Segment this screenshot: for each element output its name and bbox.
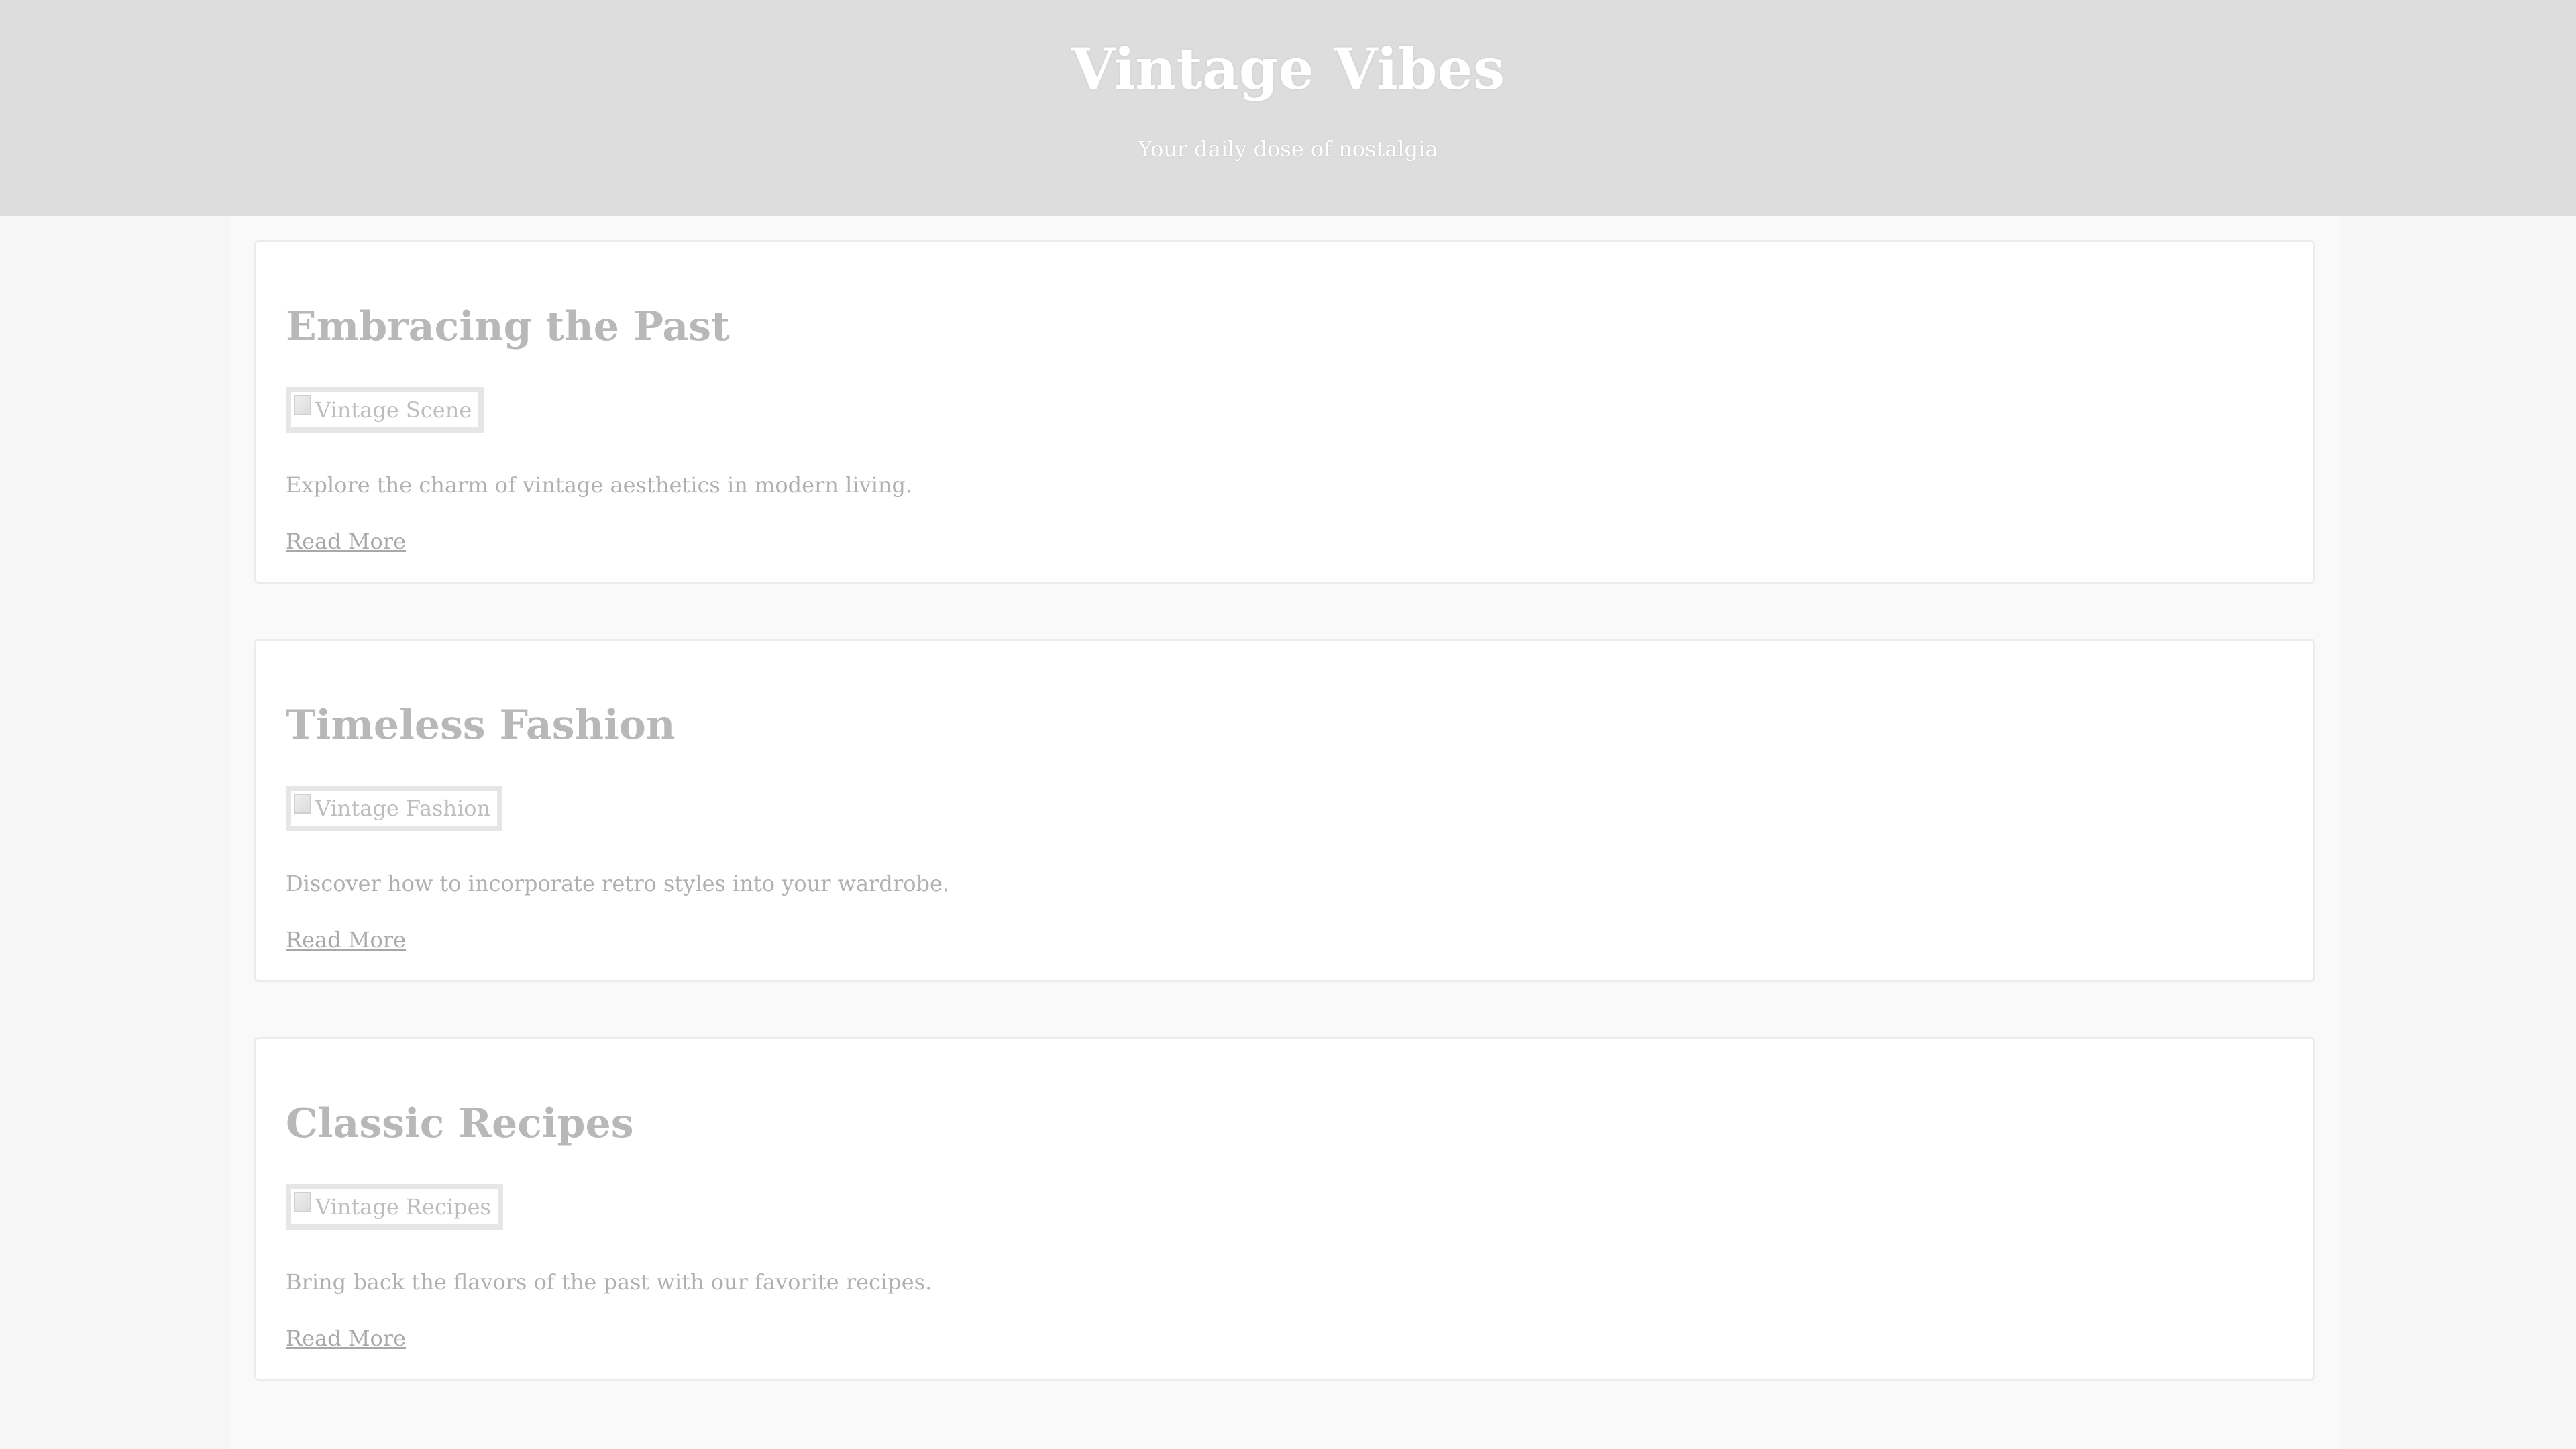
- article-list: Embracing the Past Vintage Scene Explore…: [229, 216, 2340, 1449]
- article-card-timeless-fashion: Timeless Fashion Vintage Fashion Discove…: [254, 639, 2315, 982]
- article-description: Bring back the flavors of the past with …: [286, 1269, 932, 1295]
- article-title: Timeless Fashion: [286, 702, 676, 749]
- image-alt-text: Vintage Fashion: [315, 796, 491, 821]
- broken-image-icon: [294, 794, 311, 814]
- article-title: Embracing the Past: [286, 303, 730, 350]
- article-card-embracing-the-past: Embracing the Past Vintage Scene Explore…: [254, 240, 2315, 584]
- broken-image-icon: [294, 395, 311, 415]
- site-header: Vintage Vibes Your daily dose of nostalg…: [0, 0, 2576, 216]
- article-image: Vintage Fashion: [286, 786, 503, 831]
- read-more-link[interactable]: Read More: [286, 525, 406, 557]
- image-alt-text: Vintage Scene: [315, 397, 472, 423]
- article-image: Vintage Recipes: [286, 1184, 503, 1230]
- article-description: Explore the charm of vintage aesthetics …: [286, 472, 913, 498]
- broken-image-icon: [294, 1192, 311, 1212]
- site-title: Vintage Vibes: [1071, 36, 1505, 102]
- site-tagline: Your daily dose of nostalgia: [1138, 136, 1438, 162]
- article-card-classic-recipes: Classic Recipes Vintage Recipes Bring ba…: [254, 1037, 2315, 1381]
- read-more-link[interactable]: Read More: [286, 1322, 406, 1354]
- article-image: Vintage Scene: [286, 387, 484, 433]
- article-description: Discover how to incorporate retro styles…: [286, 871, 950, 896]
- article-title: Classic Recipes: [286, 1100, 634, 1147]
- read-more-link[interactable]: Read More: [286, 924, 406, 956]
- image-alt-text: Vintage Recipes: [315, 1194, 491, 1220]
